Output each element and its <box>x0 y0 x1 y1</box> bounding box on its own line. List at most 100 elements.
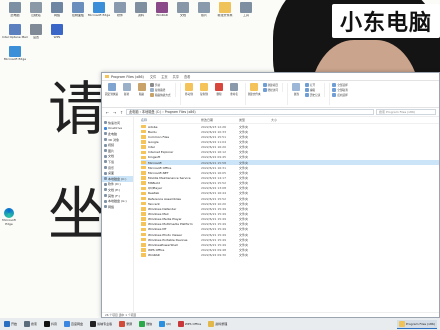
properties-button[interactable]: 属性 <box>290 83 303 96</box>
edit-button[interactable]: 编辑 <box>304 88 320 92</box>
nav-item-label: 桌面 <box>108 171 115 176</box>
pin-button[interactable]: 固定到快速访问 <box>105 83 118 96</box>
desktop-app-icon <box>9 2 21 13</box>
desktop-icon[interactable]: WPS <box>44 24 70 40</box>
history-button[interactable]: 历史记录 <box>304 93 320 97</box>
column-header[interactable]: 类型 <box>239 118 271 122</box>
file-date: 2022/6/21 15:49 <box>201 206 226 211</box>
paste-button[interactable]: 粘贴 <box>135 83 148 96</box>
taskbar-button[interactable]: QQ <box>157 320 173 329</box>
column-header[interactable]: 修改日期 <box>201 118 239 122</box>
nav-item[interactable]: 网络 <box>102 204 133 210</box>
desktop-icon[interactable]: Microsoft Edge <box>2 46 28 62</box>
rename-button[interactable]: 重命名 <box>228 83 241 96</box>
desktop-icon[interactable]: 工具 <box>233 2 259 18</box>
taskbar-button[interactable]: 资料整理 <box>206 320 229 329</box>
copy-to-button[interactable]: 复制到 <box>198 83 211 96</box>
taskbar-button[interactable]: 抖音 <box>42 320 59 329</box>
ribbon-organize-group: 移动到 复制到 删除 重命名 <box>183 83 246 105</box>
address-bar[interactable]: 此电脑 › 本地磁盘 (C:) › Program Files (x86) <box>126 109 374 115</box>
select-none-button[interactable]: 全部取消 <box>332 88 348 92</box>
taskbar-button[interactable]: 搜索 <box>22 320 39 329</box>
file-type: 文件夹 <box>239 155 249 160</box>
file-type: 文件夹 <box>239 237 249 242</box>
taskbar-label: 搜索 <box>31 322 38 326</box>
new-folder-button[interactable]: 新建文件夹 <box>248 83 261 96</box>
delete-button[interactable]: 删除 <box>213 83 226 96</box>
file-type: 文件夹 <box>239 124 249 129</box>
folder-icon <box>141 186 146 190</box>
taskbar-label: QQ <box>166 322 171 326</box>
file-type: 文件夹 <box>239 145 249 150</box>
new-folder-icon <box>250 83 259 91</box>
file-name: Windows NT <box>148 227 167 232</box>
file-date: 2022/6/21 15:49 <box>201 227 226 232</box>
folder-icon <box>141 150 146 155</box>
taskbar-app-icon <box>119 321 126 327</box>
scissors-icon <box>150 83 154 87</box>
nav-item-label: 本地磁盘 (G:) <box>108 199 127 204</box>
taskbar-label: 抖音 <box>51 322 58 326</box>
folder-icon <box>141 181 146 185</box>
file-date: 2022/6/21 16:31 <box>201 165 226 170</box>
taskbar-button[interactable]: 剪映专业版 <box>88 320 114 329</box>
brand-banner: 小东电脑 <box>332 4 440 38</box>
nav-item-label: 此电脑 <box>108 131 118 136</box>
column-header[interactable]: 大小 <box>271 118 291 122</box>
nav-item-label: 快速访问 <box>108 120 121 125</box>
ribbon-tab[interactable]: 共享 <box>173 74 179 79</box>
desktop-app-icon <box>156 2 168 13</box>
select-all-button[interactable]: 全部选择 <box>332 83 348 87</box>
ribbon-tab[interactable]: 主页 <box>161 74 167 79</box>
file-name-cell: Windows Photo Viewer <box>141 233 201 237</box>
folder-icon <box>141 227 146 232</box>
open-button[interactable]: 打开 <box>304 83 320 87</box>
taskbar-button[interactable]: 百度网盘 <box>62 320 85 329</box>
taskbar-button[interactable]: 录屏 <box>117 320 134 329</box>
forward-arrow-icon[interactable]: → <box>112 110 117 115</box>
file-date: 2022/6/21 16:44 <box>201 191 226 196</box>
file-name-cell: Kingsoft <box>141 155 201 159</box>
ribbon-tab[interactable]: 文件 <box>150 74 156 79</box>
file-row[interactable]: WinRAR 2022/6/22 09:30 文件夹 <box>141 253 439 258</box>
easy-access-button[interactable]: 轻松访问 <box>262 88 278 92</box>
file-name-cell: Windows Defender <box>141 207 201 211</box>
file-date: 2022/6/21 16:12 <box>201 150 226 155</box>
desktop-icon-edge[interactable]: Microsoft Edge <box>2 208 16 226</box>
back-arrow-icon[interactable]: ← <box>105 110 110 115</box>
folder-icon <box>141 140 146 144</box>
move-to-button[interactable]: 移动到 <box>183 83 196 96</box>
file-date: 2022/6/22 09:48 <box>201 247 226 252</box>
nav-item-icon <box>104 160 107 164</box>
file-type: 文件夹 <box>239 227 249 232</box>
nav-item-label: 网络 <box>108 204 115 209</box>
taskbar-button[interactable]: WPS Office <box>176 320 203 329</box>
desktop-app-icon <box>72 2 84 13</box>
new-item-button[interactable]: 新建项目 <box>262 83 278 87</box>
invert-selection-button[interactable]: 反向选择 <box>332 93 348 97</box>
copy-button[interactable]: 复制 <box>120 83 133 96</box>
taskbar-button[interactable]: 微信 <box>137 320 154 329</box>
up-arrow-icon[interactable]: ↑ <box>119 110 124 115</box>
copy-path-button[interactable]: 复制路径 <box>150 88 171 92</box>
folder-icon <box>141 171 146 175</box>
taskbar: 开始 搜索 抖音 百度网盘 剪映专业版 录屏 微信 QQ WPS Office 资料整理 Progr… <box>0 318 440 330</box>
paste-shortcut-button[interactable]: 粘贴快捷方式 <box>150 93 171 97</box>
ribbon-tab[interactable]: 查看 <box>184 74 190 79</box>
file-name-cell: WPS Office <box>141 248 201 252</box>
file-type: 文件夹 <box>239 186 249 191</box>
search-input[interactable]: 搜索 Program Files (x86) <box>376 109 436 115</box>
ribbon: 固定到快速访问 复制 粘贴 剪切 复制路径 粘贴快捷方式 移动到 复制到 删除 … <box>102 81 439 108</box>
nav-item-label: 音乐 <box>108 165 115 170</box>
folder-icon <box>141 196 146 201</box>
file-date: 2022/6/22 11:04 <box>201 139 226 144</box>
clipboard-small-buttons: 剪切 复制路径 粘贴快捷方式 <box>150 83 176 97</box>
column-header[interactable]: 名称 <box>141 118 201 122</box>
file-name-cell: Windows Multimedia Platform <box>141 222 201 226</box>
new-small-buttons: 新建项目 轻松访问 <box>262 83 283 92</box>
taskbar-button[interactable]: 开始 <box>2 320 19 329</box>
cut-button[interactable]: 剪切 <box>150 83 171 87</box>
taskbar-button[interactable]: Program Files (x86) <box>396 319 437 329</box>
paste-icon <box>137 83 146 91</box>
file-name: Windows Photo Viewer <box>148 232 183 237</box>
